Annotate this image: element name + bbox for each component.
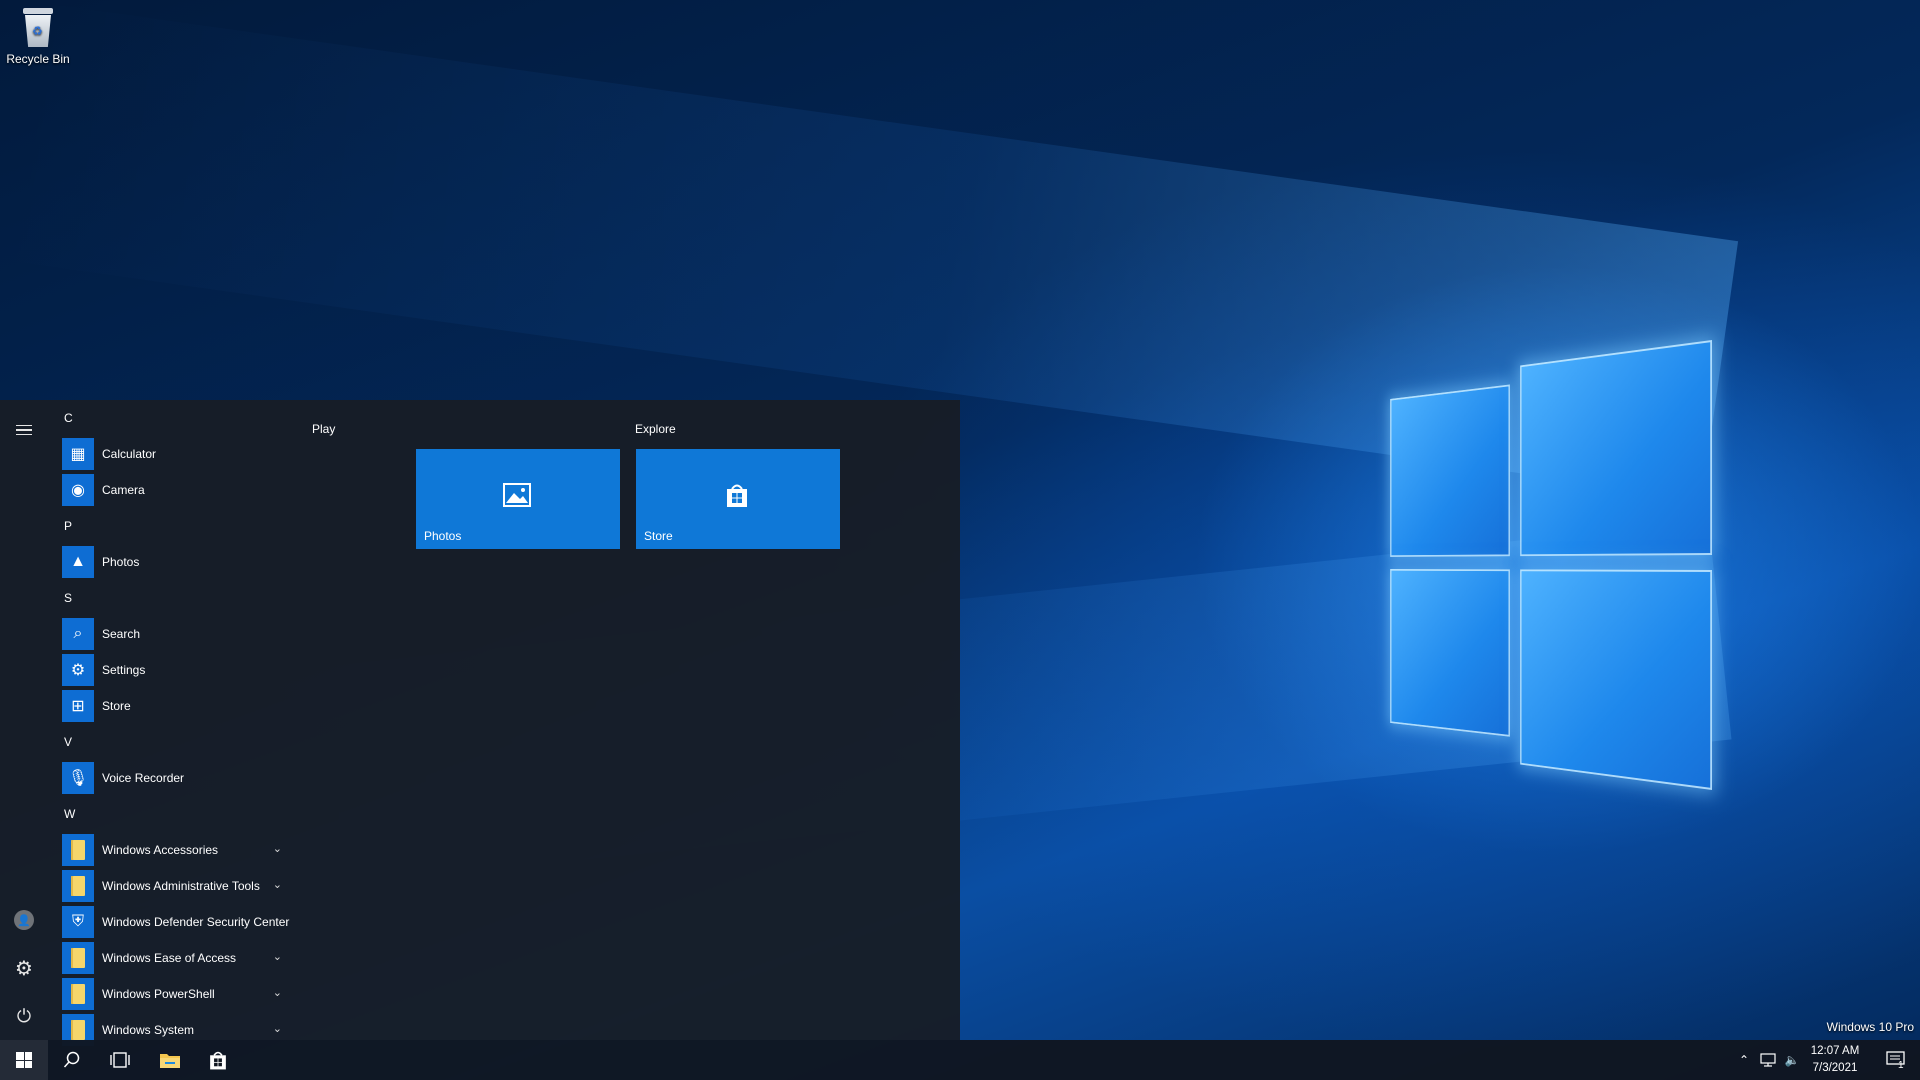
app-label: Windows Administrative Tools [102,879,260,893]
photos-icon: ▲ [62,546,94,578]
app-list: C ▦ Calculator ◉ Camera P ▲ Photos S ⌕ S… [62,400,302,1048]
start-icon [16,1052,32,1068]
search-icon: ⌕ [62,618,94,650]
start-menu-rail: 👤 ⚙ ⏻ [0,400,48,1040]
chevron-down-icon: ⌄ [272,879,282,891]
folder-icon [62,870,94,902]
app-windows-ease-of-access[interactable]: Windows Ease of Access ⌄ [62,940,302,976]
app-windows-defender-security-center[interactable]: ⛨ Windows Defender Security Center [62,904,302,940]
recycle-bin-icon: ♻ [21,8,55,48]
file-explorer-icon [160,1054,180,1068]
task-view-button[interactable] [96,1040,144,1080]
network-button[interactable] [1756,1040,1780,1080]
tile-label: Photos [424,529,462,543]
group-header-w[interactable]: W [62,796,302,832]
power-button[interactable]: ⏻ [0,994,48,1038]
expand-menu-button[interactable] [0,408,48,452]
app-label: Windows Defender Security Center [102,915,290,929]
app-windows-powershell[interactable]: Windows PowerShell ⌄ [62,976,302,1012]
app-label: Calculator [102,447,157,461]
app-label: Search [102,627,141,641]
store-icon [722,481,752,509]
folder-icon [62,834,94,866]
app-search[interactable]: ⌕ Search [62,616,302,652]
folder-icon [62,942,94,974]
settings-button[interactable]: ⚙ [0,946,48,990]
speaker-icon: 🔈 [1784,1053,1800,1067]
calculator-icon: ▦ [62,438,94,470]
app-label: Windows PowerShell [102,987,215,1001]
chevron-up-icon: ⌃ [1738,1053,1750,1067]
group-header-v[interactable]: V [62,724,302,760]
tile-group-label-play[interactable]: Play [312,422,335,436]
app-label: Store [102,699,131,713]
wallpaper-windows-logo [1390,340,1712,790]
desktop-icon-label: Recycle Bin [6,52,70,66]
file-explorer-button[interactable] [146,1040,194,1080]
gear-icon: ⚙ [15,957,33,980]
app-label: Windows Ease of Access [102,951,237,965]
power-icon: ⏻ [16,1005,32,1026]
app-label: Windows Accessories [102,843,219,857]
app-store[interactable]: ⊞ Store [62,688,302,724]
hamburger-icon [16,422,32,439]
user-account-button[interactable]: 👤 [0,898,48,942]
app-voice-recorder[interactable]: 🎙 Voice Recorder [62,760,302,796]
app-camera[interactable]: ◉ Camera [62,472,302,508]
app-windows-administrative-tools[interactable]: Windows Administrative Tools ⌄ [62,868,302,904]
gear-icon: ⚙ [62,654,94,686]
store-icon: ⊞ [62,690,94,722]
show-hidden-icons-button[interactable]: ⌃ [1732,1040,1756,1080]
group-header-p[interactable]: P [62,508,302,544]
microphone-icon: 🎙 [62,762,94,794]
start-button[interactable] [0,1040,48,1080]
folder-icon [62,978,94,1010]
search-button[interactable] [48,1040,96,1080]
chevron-down-icon: ⌄ [272,843,282,855]
store-taskbar-button[interactable] [194,1040,242,1080]
tile-group-label-explore[interactable]: Explore [635,422,676,436]
network-icon [1760,1053,1776,1067]
app-calculator[interactable]: ▦ Calculator [62,436,302,472]
chevron-down-icon: ⌄ [272,951,282,963]
user-avatar-icon: 👤 [14,910,34,930]
app-label: Settings [102,663,146,677]
chevron-down-icon: ⌄ [272,987,282,999]
photos-icon [502,481,532,509]
shield-icon: ⛨ [62,906,94,938]
notification-count-badge: 1 [1898,1060,1904,1071]
camera-icon: ◉ [62,474,94,506]
app-label: Photos [102,555,140,569]
clock-date: 7/3/2021 [1812,1062,1858,1074]
taskbar: ⌃ 🔈 12:07 AM 7/3/2021 1 [0,1040,1920,1080]
task-view-icon [110,1052,130,1068]
group-header-c[interactable]: C [62,400,302,436]
app-label: Camera [102,483,145,497]
tile-store[interactable]: Store [636,449,840,549]
search-icon [63,1051,80,1068]
clock-time: 12:07 AM [1810,1045,1860,1057]
store-icon [210,1051,226,1070]
clock-button[interactable]: 12:07 AM 7/3/2021 [1800,1043,1870,1077]
action-center-button[interactable]: 1 [1876,1040,1916,1080]
app-label: Voice Recorder [102,771,185,785]
tile-label: Store [644,529,673,543]
tile-photos[interactable]: Photos [416,449,620,549]
group-header-s[interactable]: S [62,580,302,616]
app-label: Windows System [102,1023,195,1037]
windows-edition-watermark: Windows 10 Pro [1826,1020,1914,1034]
start-menu: 👤 ⚙ ⏻ C ▦ Calculator ◉ Camera P ▲ Photos… [0,400,960,1046]
chevron-down-icon: ⌄ [272,1023,282,1035]
app-windows-accessories[interactable]: Windows Accessories ⌄ [62,832,302,868]
app-photos[interactable]: ▲ Photos [62,544,302,580]
app-settings[interactable]: ⚙ Settings [62,652,302,688]
desktop-icon-recycle-bin[interactable]: ♻ Recycle Bin [6,8,70,66]
